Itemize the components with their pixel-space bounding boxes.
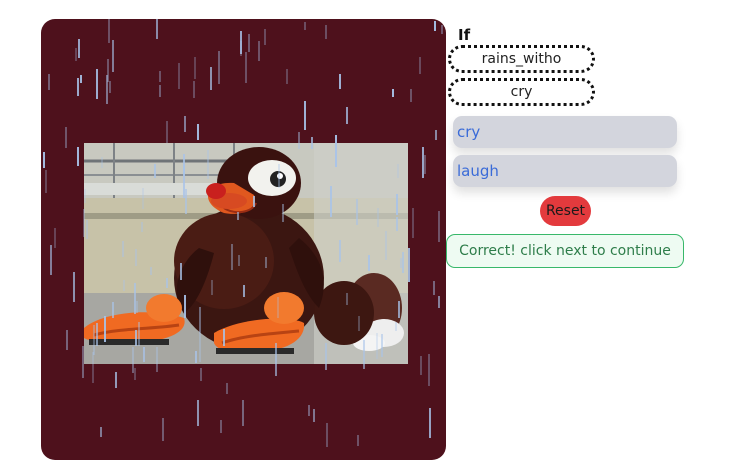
feedback-message: Correct! click next to continue — [446, 234, 684, 268]
mascot-photo — [84, 143, 408, 364]
mascot-illustration — [84, 143, 408, 364]
reset-button[interactable]: Reset — [540, 196, 591, 226]
game-screen: If rains_witho cry cry laugh Reset Corre… — [0, 0, 743, 465]
answer-slot-1[interactable]: rains_witho — [448, 45, 595, 73]
choice-cry-button[interactable]: cry — [453, 116, 677, 148]
choice-laugh-button[interactable]: laugh — [453, 155, 677, 187]
answer-slot-2[interactable]: cry — [448, 78, 595, 106]
scene-panel — [41, 19, 446, 460]
prompt-label: If — [458, 26, 471, 44]
